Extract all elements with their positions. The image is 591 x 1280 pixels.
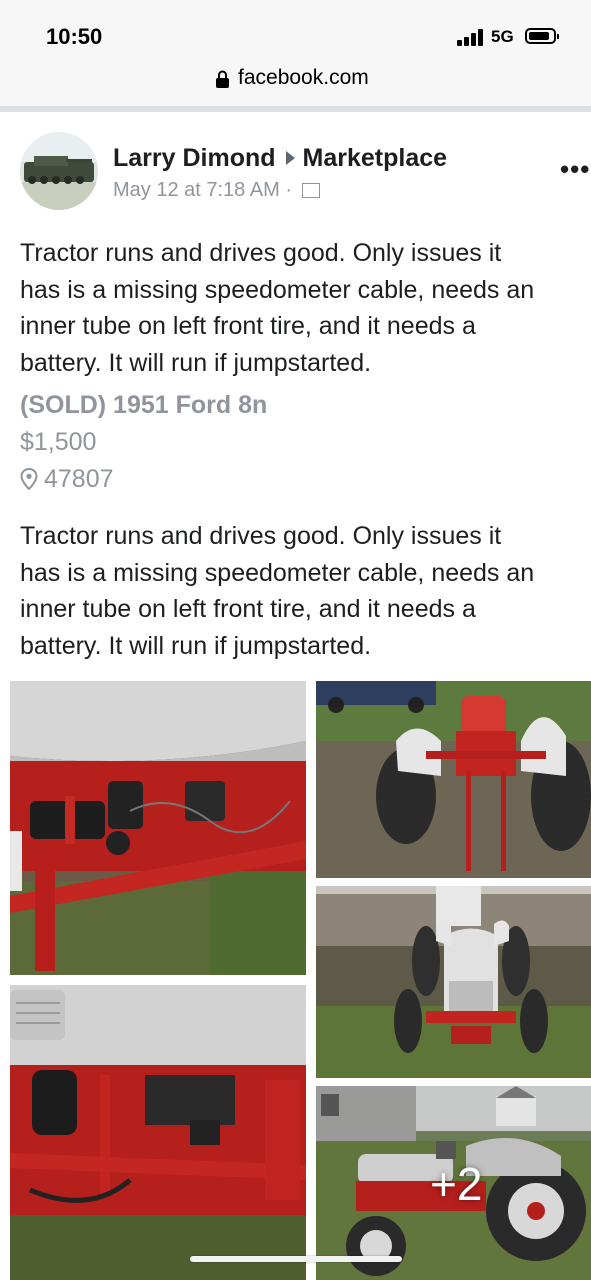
network-label: 5G xyxy=(491,27,514,46)
audience-icon xyxy=(301,183,320,199)
post-description-line: has is a missing speedometer cable, need… xyxy=(20,275,535,304)
url-text: facebook.com xyxy=(238,66,369,89)
location-pin-icon xyxy=(20,467,38,491)
listing-photo-engine-right[interactable] xyxy=(10,985,306,1280)
more-photos-count[interactable]: +2 xyxy=(430,1157,482,1211)
triangle-right-icon xyxy=(285,151,295,166)
post-description-line: battery. It will run if jumpstarted. xyxy=(20,348,372,377)
post-timestamp[interactable]: May 12 at 7:18 AM · xyxy=(113,179,292,201)
post-description-line: Tractor runs and drives good. Only issue… xyxy=(20,239,502,267)
avatar-image xyxy=(20,132,98,210)
marketplace-link[interactable]: Marketplace xyxy=(303,144,448,172)
listing-price: $1,500 xyxy=(20,428,97,456)
post-author-line: Larry Dimond Marketplace xyxy=(113,144,447,173)
post-description: Tractor runs and drives good. Only issue… xyxy=(20,235,591,381)
listing-description-line: battery. It will run if jumpstarted. xyxy=(20,631,372,660)
listing-description-line: Tractor runs and drives good. Only issue… xyxy=(20,522,502,550)
listing-description: Tractor runs and drives good. Only issue… xyxy=(20,518,591,664)
home-indicator[interactable] xyxy=(190,1256,402,1262)
listing-photo-front[interactable] xyxy=(316,886,591,1078)
address-bar[interactable]: facebook.com xyxy=(0,62,591,112)
listing-photo-engine-left[interactable] xyxy=(10,681,306,975)
listing-location: 47807 xyxy=(20,465,114,494)
listing-photo-rear[interactable] xyxy=(316,681,591,878)
listing-description-line: has is a missing speedometer cable, need… xyxy=(20,558,535,587)
lock-icon xyxy=(216,70,229,88)
status-time: 10:50 xyxy=(46,24,103,49)
avatar[interactable] xyxy=(20,132,98,210)
listing-description-line: inner tube on left front tire, and it ne… xyxy=(20,595,476,623)
listing-zipcode: 47807 xyxy=(44,465,114,493)
post-meta: May 12 at 7:18 AM · xyxy=(113,179,320,202)
post-description-line: inner tube on left front tire, and it ne… xyxy=(20,312,476,340)
more-options-button[interactable]: ••• xyxy=(560,154,590,185)
battery-icon xyxy=(525,28,559,44)
listing-title[interactable]: (SOLD) 1951 Ford 8n xyxy=(20,391,267,420)
signal-icon xyxy=(457,28,485,46)
author-name-link[interactable]: Larry Dimond xyxy=(113,144,276,172)
status-bar: 10:50 5G xyxy=(0,0,591,62)
